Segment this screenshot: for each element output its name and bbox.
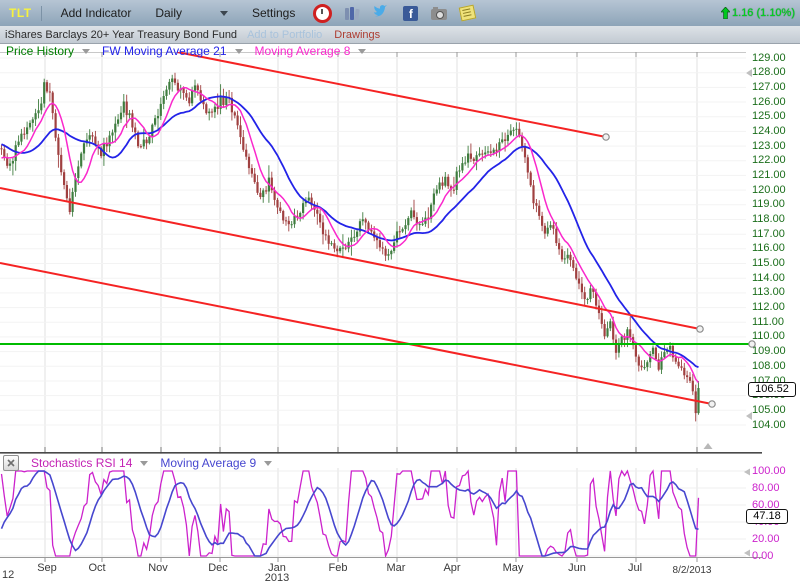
indicator-tick-label: 80.00	[752, 482, 798, 494]
price-tick-label: 105.00	[752, 404, 798, 416]
axis-marker-icon	[744, 550, 750, 557]
price-tick-label: 113.00	[752, 286, 798, 298]
stochrsi-line	[2, 471, 699, 556]
month-label: Mar	[376, 562, 416, 574]
month-label: May	[493, 562, 533, 574]
close-icon	[7, 459, 15, 467]
price-tick-label: 116.00	[752, 242, 798, 254]
year-label: 2013	[257, 572, 297, 584]
chevron-down-icon[interactable]	[235, 49, 243, 54]
candle-wicks	[2, 73, 699, 422]
price-tick-label: 112.00	[752, 301, 798, 313]
price-tick-label: 111.00	[752, 316, 798, 328]
year-label: 12	[0, 569, 42, 581]
main-chart-legend: Price History FW Moving Average 21 Movin…	[6, 44, 374, 58]
price-tick-label: 104.00	[752, 419, 798, 431]
ma21-dropdown[interactable]: FW Moving Average 21	[102, 44, 227, 58]
price-tick-label: 126.00	[752, 96, 798, 108]
symbol-label: TLT	[9, 6, 32, 20]
indicator-tick-label: 20.00	[752, 533, 798, 545]
month-label: Apr	[432, 562, 472, 574]
chevron-down-icon[interactable]	[264, 461, 272, 466]
price-tick-label: 109.00	[752, 345, 798, 357]
price-tick-label: 121.00	[752, 169, 798, 181]
month-label: Oct	[77, 562, 117, 574]
drawings-menu[interactable]: Drawings	[334, 29, 380, 41]
chevron-down-icon[interactable]	[358, 49, 366, 54]
price-history-dropdown[interactable]: Price History	[6, 44, 74, 58]
timeframe-dropdown[interactable]: Daily	[155, 6, 182, 20]
month-label: Jun	[557, 562, 597, 574]
price-tick-label: 110.00	[752, 330, 798, 342]
month-label: Jul	[615, 562, 655, 574]
price-tick-label: 127.00	[752, 81, 798, 93]
price-tick-label: 115.00	[752, 257, 798, 269]
chevron-down-icon[interactable]	[220, 11, 228, 16]
price-tick-label: 123.00	[752, 140, 798, 152]
scroll-marker-icon	[704, 443, 713, 449]
close-indicator-button[interactable]	[3, 455, 19, 471]
stochastics-dropdown[interactable]: Stochastics RSI 14	[31, 456, 132, 470]
change-text: 1.16 (1.10%)	[732, 7, 795, 19]
stochastics-chart[interactable]	[0, 468, 800, 557]
symbol-info-bar: iShares Barclays 20+ Year Treasury Bond …	[0, 26, 800, 44]
price-chart[interactable]	[0, 52, 800, 454]
chevron-down-icon[interactable]	[140, 461, 148, 466]
camera-icon[interactable]	[431, 9, 447, 20]
twitter-icon[interactable]	[373, 4, 390, 22]
books-icon[interactable]	[345, 7, 360, 20]
up-arrow-icon	[721, 7, 730, 19]
month-label: Nov	[138, 562, 178, 574]
axis-marker-icon	[744, 469, 750, 476]
settings-button[interactable]: Settings	[252, 6, 295, 20]
toolbar-icons: f	[313, 4, 475, 23]
trendline-handle	[709, 401, 715, 407]
price-tick-label: 117.00	[752, 228, 798, 240]
facebook-icon[interactable]: f	[403, 6, 418, 21]
chevron-down-icon[interactable]	[82, 49, 90, 54]
price-tick-label: 129.00	[752, 52, 798, 64]
price-tick-label: 128.00	[752, 66, 798, 78]
price-tick-label: 114.00	[752, 272, 798, 284]
month-label: Feb	[318, 562, 358, 574]
indicator-legend: Stochastics RSI 14 Moving Average 9	[3, 455, 280, 471]
top-toolbar: TLT Add Indicator Daily Settings f 1.16 …	[0, 0, 800, 26]
last-date-label: 8/2/2013	[668, 565, 716, 576]
last-price-tag: 106.52	[748, 382, 796, 397]
indicator-tick-label: 100.00	[752, 465, 798, 477]
price-tick-label: 120.00	[752, 184, 798, 196]
price-tick-label: 119.00	[752, 198, 798, 210]
daily-change-readout: 1.16 (1.10%)	[721, 7, 795, 19]
month-label: Dec	[198, 562, 238, 574]
trendline-handle	[697, 326, 703, 332]
price-tick-label: 125.00	[752, 110, 798, 122]
price-tick-label: 118.00	[752, 213, 798, 225]
trend-line	[177, 52, 606, 137]
price-tick-label: 108.00	[752, 360, 798, 372]
trendline-handle	[603, 134, 609, 140]
price-tick-label: 122.00	[752, 154, 798, 166]
toolbar-divider	[41, 6, 42, 21]
add-to-portfolio-link[interactable]: Add to Portfolio	[247, 29, 322, 41]
charting-app-window: TLT Add Indicator Daily Settings f 1.16 …	[0, 0, 800, 584]
indicator-value-tag: 47.18	[746, 509, 788, 524]
ma21-line	[2, 96, 699, 367]
price-tick-label: 124.00	[752, 125, 798, 137]
add-indicator-button[interactable]: Add Indicator	[61, 6, 132, 20]
fund-name-label: iShares Barclays 20+ Year Treasury Bond …	[5, 29, 237, 41]
indicator-tick-label: 0.00	[752, 550, 798, 562]
news-icon[interactable]	[459, 5, 477, 22]
ma9-dropdown[interactable]: Moving Average 9	[160, 456, 256, 470]
alarm-icon[interactable]	[313, 4, 332, 23]
ma8-dropdown[interactable]: Moving Average 8	[255, 44, 351, 58]
